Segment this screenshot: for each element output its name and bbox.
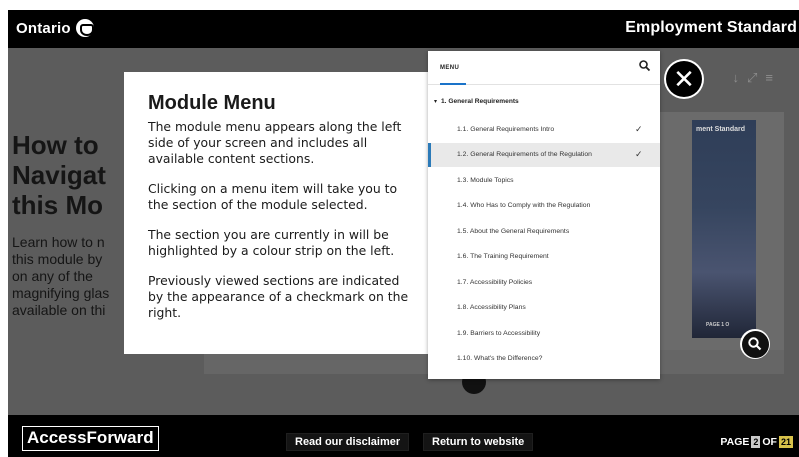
page-current: 2 bbox=[751, 436, 761, 448]
accessforward-logo[interactable]: AccessForward bbox=[22, 426, 159, 451]
menu-item[interactable]: 1.10. What's the Difference? bbox=[428, 347, 660, 371]
info-paragraph: The module menu appears along the left s… bbox=[148, 119, 402, 166]
page-of: OF bbox=[762, 436, 777, 448]
info-paragraph: Clicking on a menu item will take you to… bbox=[148, 181, 398, 212]
menu-section-label: 1. General Requirements bbox=[441, 98, 519, 105]
menu-item-label: 1.4. Who Has to Comply with the Regulati… bbox=[457, 202, 591, 209]
menu-item-label: 1.8. Accessibility Plans bbox=[457, 304, 526, 311]
menu-tab-underline bbox=[440, 83, 466, 85]
top-bar: Ontario Employment Standard bbox=[8, 10, 799, 48]
app-frame: Ontario Employment Standard ment Standar… bbox=[8, 10, 799, 457]
menu-header: MENU bbox=[428, 51, 660, 85]
page-total: 21 bbox=[778, 436, 793, 448]
menu-item[interactable]: 1.9. Barriers to Accessibility bbox=[428, 321, 660, 345]
magnifying-glass-icon bbox=[741, 330, 769, 358]
search-icon[interactable] bbox=[638, 59, 652, 73]
magnify-button[interactable] bbox=[740, 329, 770, 359]
download-icon[interactable]: ↓ bbox=[733, 70, 748, 85]
menu-item[interactable]: 1.1. General Requirements Intro ✓ bbox=[428, 117, 660, 141]
fullscreen-icon[interactable]: ⤢ bbox=[747, 70, 765, 85]
module-menu-panel: MENU ▾ 1. General Requirements 1.1. Gene… bbox=[428, 51, 660, 379]
menu-tab[interactable]: MENU bbox=[440, 65, 459, 71]
checkmark-icon: ✓ bbox=[635, 149, 643, 159]
close-button[interactable]: ✕ bbox=[664, 59, 704, 99]
info-card-title: Module Menu bbox=[148, 92, 276, 114]
menu-item-label: 1.3. Module Topics bbox=[457, 176, 514, 184]
menu-item-label: 1.9. Barriers to Accessibility bbox=[457, 329, 541, 337]
menu-item[interactable]: 1.5. About the General Requirements bbox=[428, 219, 660, 243]
ontario-logo[interactable]: Ontario bbox=[16, 19, 94, 37]
thumbnail-title: ment Standard bbox=[696, 126, 746, 133]
menu-item-label: 1.7. Accessibility Policies bbox=[457, 278, 533, 286]
disclaimer-button[interactable]: Read our disclaimer bbox=[286, 433, 410, 451]
thumbnail-page: PAGE 1 O bbox=[706, 322, 730, 328]
checkmark-icon: ✓ bbox=[635, 123, 643, 134]
close-icon: ✕ bbox=[666, 61, 702, 97]
menu-item-label: 1.6. The Training Requirement bbox=[457, 253, 549, 260]
menu-item-active[interactable]: 1.2. General Requirements of the Regulat… bbox=[428, 142, 660, 167]
info-paragraph: The section you are currently in will be… bbox=[148, 227, 395, 258]
menu-item[interactable]: 1.7. Accessibility Policies bbox=[428, 270, 660, 294]
menu-item-label: 1.2. General Requirements of the Regulat… bbox=[457, 151, 592, 158]
trillium-icon bbox=[75, 19, 94, 37]
menu-item-label: 1.5. About the General Requirements bbox=[457, 227, 570, 235]
menu-item-label: 1.10. What's the Difference? bbox=[457, 355, 543, 362]
menu-section-header[interactable]: ▾ 1. General Requirements bbox=[434, 98, 519, 105]
background-toolbar-icons: ↓⤢≡ bbox=[733, 70, 782, 86]
hamburger-icon[interactable]: ≡ bbox=[765, 70, 781, 85]
return-to-website-button[interactable]: Return to website bbox=[423, 433, 534, 451]
background-video-thumbnail: ment Standard PAGE 1 O bbox=[692, 120, 756, 338]
menu-item[interactable]: 1.8. Accessibility Plans bbox=[428, 296, 660, 320]
info-paragraph: Previously viewed sections are indicated… bbox=[148, 273, 409, 320]
menu-item[interactable]: 1.6. The Training Requirement bbox=[428, 245, 660, 269]
site-title: Employment Standard bbox=[625, 19, 797, 36]
menu-item[interactable]: 1.3. Module Topics bbox=[428, 168, 660, 192]
menu-item[interactable]: 1.4. Who Has to Comply with the Regulati… bbox=[428, 194, 660, 218]
bottom-bar: AccessForward Read our disclaimer Return… bbox=[8, 415, 799, 457]
caret-down-icon: ▾ bbox=[434, 99, 438, 105]
module-menu-info-card: Module Menu The module menu appears alon… bbox=[124, 72, 428, 354]
ontario-wordmark: Ontario bbox=[16, 19, 71, 37]
menu-item-label: 1.1. General Requirements Intro bbox=[457, 125, 555, 133]
page-counter: PAGE 2 OF 21 bbox=[720, 436, 793, 448]
page-prefix: PAGE bbox=[720, 436, 750, 448]
